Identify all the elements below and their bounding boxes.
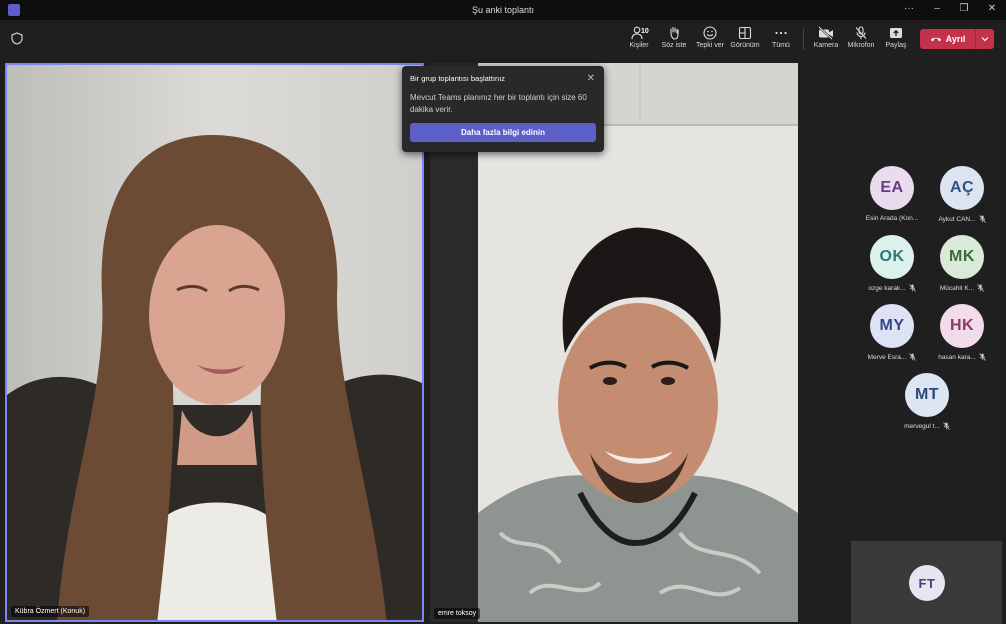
participant-tile[interactable]: AÇ Aykut CAN... (931, 166, 993, 223)
video-tile-kubra[interactable]: Kübra Özmert (Konuk) (5, 63, 424, 622)
participant-tile[interactable]: MT mervegul t... (896, 373, 958, 430)
avatar: OK (870, 235, 914, 279)
title-bar: Şu anki toplantı ··· – ❐ ✕ (0, 0, 1006, 20)
mic-off-icon (943, 422, 950, 430)
raise-hand-label: Söz iste (661, 42, 687, 49)
toolbar-divider (803, 28, 804, 50)
shield-icon[interactable] (11, 32, 23, 45)
share-label: Paylaş (885, 42, 907, 49)
react-button[interactable]: Tepki ver (693, 24, 727, 54)
participant-name: Esin Arada (Kon... (861, 215, 923, 222)
more-label: Tümü (772, 42, 790, 49)
camera-button[interactable]: Kamera (809, 24, 843, 54)
avatar: MT (905, 373, 949, 417)
people-button[interactable]: 10 Kişiler (622, 24, 656, 54)
participant-name: mervegul t... (896, 422, 958, 430)
participant-name-text: ozge karak... (868, 284, 906, 292)
participant-name-text: hasan kara... (938, 353, 976, 361)
smile-icon (703, 26, 717, 40)
raise-hand-button[interactable]: Söz iste (657, 24, 691, 54)
minimize-icon[interactable]: – (930, 3, 944, 14)
participant-name: ozge karak... (861, 284, 923, 292)
self-preview-tile[interactable]: FT (851, 541, 1002, 624)
close-window-icon[interactable]: ✕ (985, 3, 999, 14)
camera-off-icon (818, 26, 833, 40)
leave-button-group: Ayrıl (920, 29, 994, 49)
self-avatar: FT (909, 565, 945, 601)
view-label: Görünüm (730, 42, 760, 49)
popover-title: Bir grup toplantısı başlattınız (410, 74, 506, 83)
popover-body: Mevcut Teams planınız her bir toplantı i… (410, 93, 587, 114)
participant-name: hasan kara... (931, 353, 993, 361)
meeting-toolbar: 10 Kişiler Söz iste Tepki ver Görünüm Tü… (0, 20, 1006, 58)
mic-off-icon (909, 353, 917, 361)
participant-tile[interactable]: MY Merve Esra... (861, 304, 923, 361)
hang-up-icon (930, 37, 941, 42)
participant-name-text: Mücahit K... (939, 284, 975, 292)
leave-options-chevron-icon[interactable] (976, 35, 994, 44)
more-button[interactable]: Tümü (764, 24, 798, 54)
participant-name: Mücahit K... (931, 284, 993, 292)
participant-name: Aykut CAN... (931, 215, 993, 223)
mic-label: Mikrofon (847, 42, 875, 49)
meeting-limit-popover: Bir grup toplantısı başlattınız ✕ Mevcut… (402, 66, 604, 152)
avatar: AÇ (940, 166, 984, 210)
view-button[interactable]: Görünüm (728, 24, 762, 54)
participant-name-tag: Kübra Özmert (Konuk) (11, 606, 90, 617)
mic-off-icon (855, 26, 867, 39)
camera-label: Kamera (813, 42, 839, 49)
window-title: Şu anki toplantı (471, 5, 535, 15)
participant-tile[interactable]: MK Mücahit K... (931, 235, 993, 292)
participant-name-text: Merve Esra... (867, 353, 907, 361)
leave-label: Ayrıl (945, 34, 966, 44)
participant-tile[interactable]: HK hasan kara... (931, 304, 993, 361)
avatar: MK (940, 235, 984, 279)
more-window-options-icon[interactable]: ··· (902, 3, 916, 14)
avatar: HK (940, 304, 984, 348)
leave-button[interactable]: Ayrıl (920, 34, 975, 44)
mic-off-icon (977, 284, 984, 292)
ellipsis-icon (775, 31, 787, 35)
people-label: Kişiler (629, 42, 649, 49)
mic-button[interactable]: Mikrofon (844, 24, 878, 54)
avatar: EA (870, 166, 914, 210)
participant-name-text: mervegul t... (904, 422, 940, 430)
participant-tile[interactable]: OK ozge karak... (861, 235, 923, 292)
hand-icon (670, 26, 679, 40)
participant-tile[interactable]: EA Esin Arada (Kon... (861, 166, 923, 222)
participant-name-text: Esin Arada (Kon... (865, 215, 919, 222)
mic-off-icon (908, 284, 916, 292)
participant-video (7, 65, 422, 620)
popover-close-icon[interactable]: ✕ (587, 73, 595, 84)
grid-icon (738, 26, 752, 40)
participant-name: Merve Esra... (861, 353, 923, 361)
participant-name-tag: emre toksoy (434, 608, 481, 619)
restore-icon[interactable]: ❐ (957, 3, 971, 14)
react-label: Tepki ver (695, 42, 724, 49)
mic-off-icon (978, 215, 986, 223)
learn-more-button[interactable]: Daha fazla bilgi edinin (410, 123, 596, 142)
people-count: 10 (641, 28, 649, 35)
mic-off-icon (978, 353, 986, 361)
participant-name-text: Aykut CAN... (938, 215, 976, 223)
avatar: MY (870, 304, 914, 348)
share-button[interactable]: Paylaş (879, 24, 913, 54)
share-icon (890, 28, 902, 38)
